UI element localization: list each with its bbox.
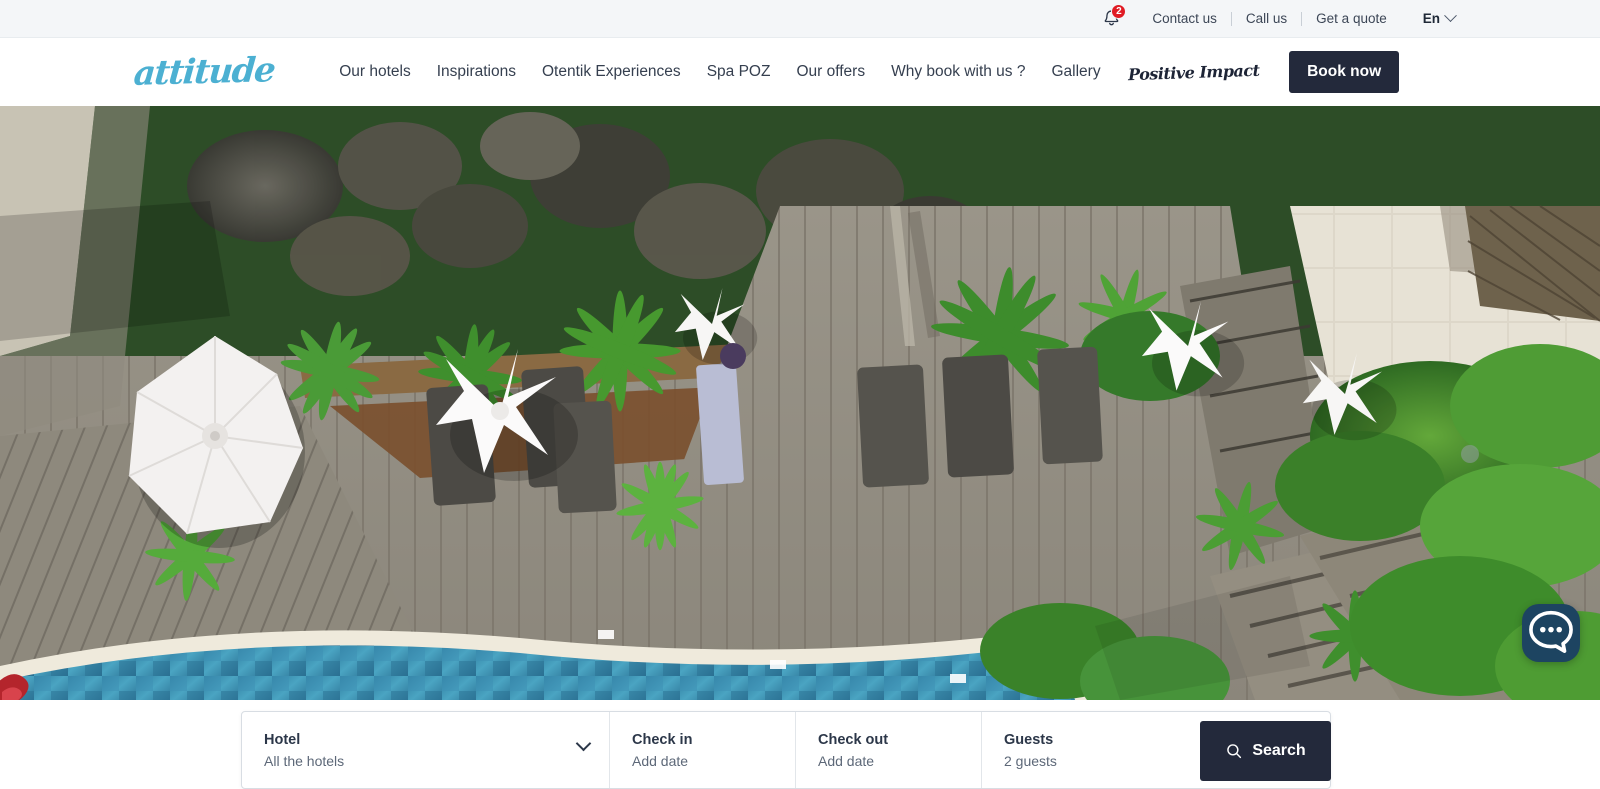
search-button-label: Search [1252,742,1305,760]
hotel-value: All the hotels [264,753,587,769]
guests-value: 2 guests [1004,753,1160,769]
nav-item-positive-impact[interactable]: Positive Impact [1113,60,1273,85]
get-a-quote-link[interactable]: Get a quote [1302,11,1401,26]
checkin-label: Check in [632,732,773,748]
nav-item-otentik-experiences[interactable]: Otentik Experiences [529,63,694,81]
main-header: attitude Our hotels Inspirations Otentik… [0,38,1600,106]
hero-image [0,106,1600,700]
nav-item-our-hotels[interactable]: Our hotels [326,63,424,81]
language-label: En [1423,11,1440,26]
top-utility-bar: 2 Contact us Call us Get a quote En [0,0,1600,38]
main-navigation: Our hotels Inspirations Otentik Experien… [326,51,1399,93]
nav-item-inspirations[interactable]: Inspirations [424,63,529,81]
chat-bubble-icon [1522,336,1580,700]
chat-widget-button[interactable] [1522,604,1580,662]
notifications-button[interactable]: 2 [1096,6,1126,32]
checkin-value: Add date [632,753,773,769]
search-button[interactable]: Search [1200,721,1331,781]
hero-illustration [0,106,1600,700]
guests-label: Guests [1004,732,1160,748]
chevron-down-icon [1444,9,1457,22]
site-logo[interactable]: attitude [132,53,275,91]
notification-count-badge: 2 [1111,4,1126,19]
hotel-select[interactable]: Hotel All the hotels [242,712,610,788]
checkout-date-picker[interactable]: Check out Add date [796,712,982,788]
hotel-label: Hotel [264,732,587,748]
search-icon [1225,742,1243,760]
call-us-link[interactable]: Call us [1232,11,1301,26]
booking-search-bar: Hotel All the hotels Check in Add date C… [241,711,1331,789]
book-now-button[interactable]: Book now [1289,51,1399,93]
nav-item-why-book-with-us[interactable]: Why book with us ? [878,63,1038,81]
checkout-value: Add date [818,753,959,769]
nav-item-our-offers[interactable]: Our offers [783,63,878,81]
contact-us-link[interactable]: Contact us [1138,11,1231,26]
booking-search-zone: Hotel All the hotels Check in Add date C… [0,700,1600,759]
checkin-date-picker[interactable]: Check in Add date [610,712,796,788]
language-selector[interactable]: En [1423,11,1455,26]
checkout-label: Check out [818,732,959,748]
nav-item-gallery[interactable]: Gallery [1038,63,1113,81]
guests-selector[interactable]: Guests 2 guests [982,712,1182,788]
nav-item-spa-poz[interactable]: Spa POZ [694,63,784,81]
